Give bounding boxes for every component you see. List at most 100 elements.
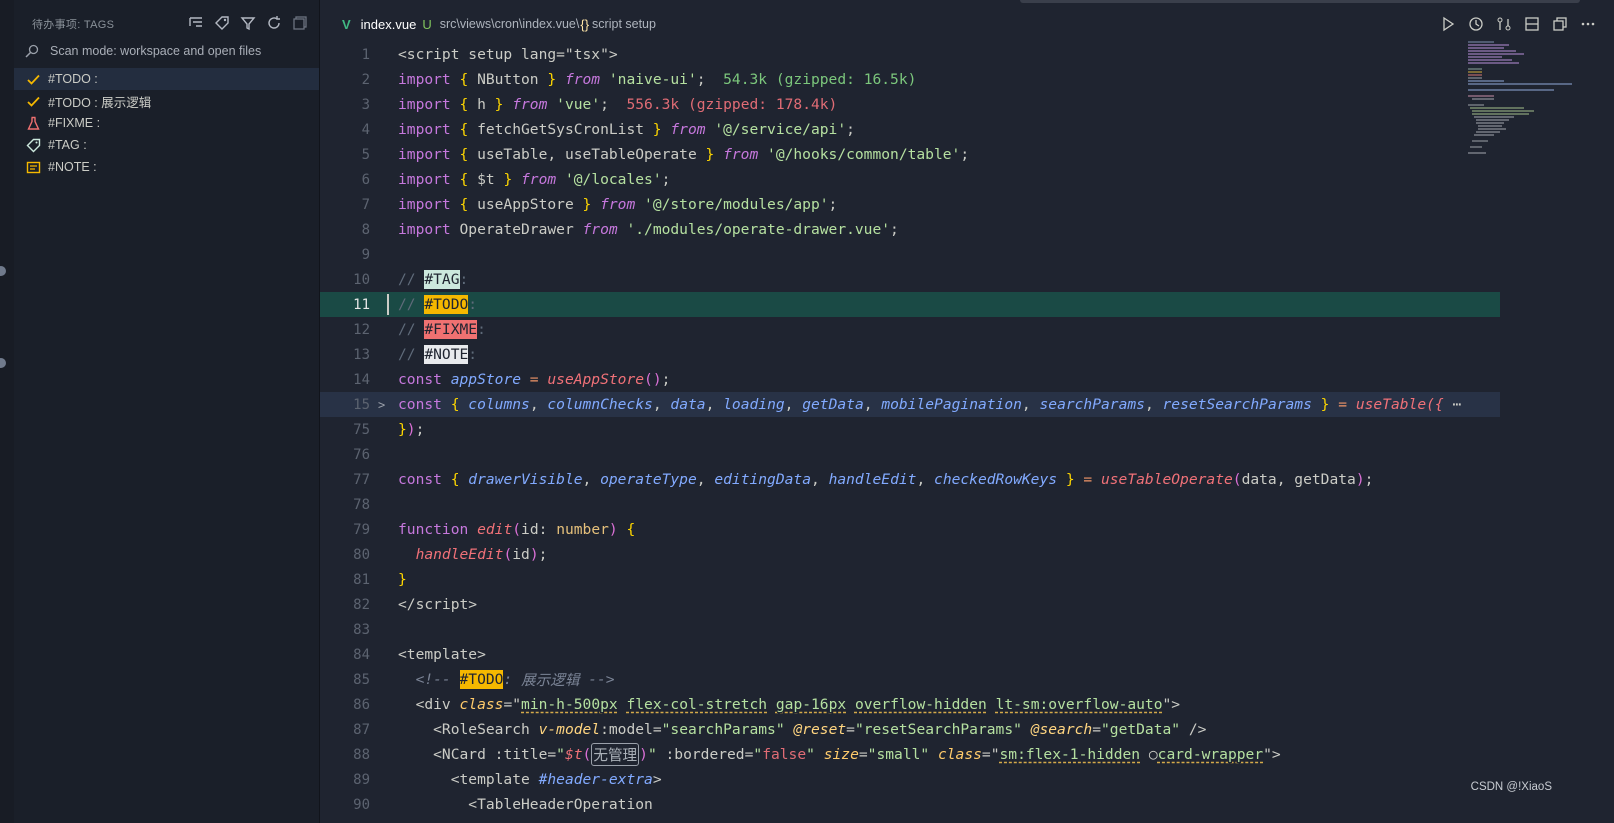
code-line: 2 import { NButton } from 'naive-ui'; 54.…: [320, 67, 1500, 92]
breadcrumb-path[interactable]: src\views\cron\index.vue\: [440, 17, 580, 31]
collapse-all-icon[interactable]: [291, 14, 309, 32]
line-number: 2: [361, 71, 370, 88]
minimap[interactable]: [1464, 38, 1574, 168]
code-line-active: 11// #TODO:: [320, 292, 1500, 317]
line-number: 88: [353, 746, 370, 763]
editor-tab-bar: V index.vue U src\views\cron\index.vue\ …: [320, 0, 1614, 48]
code-line: 1 <script setup lang="tsx">: [320, 42, 1500, 67]
tree-item-note[interactable]: #NOTE :: [14, 156, 319, 178]
line-number: 4: [361, 121, 370, 138]
tree-item-fixme[interactable]: #FIXME :: [14, 112, 319, 134]
code-line: 79 function edit(id: number) {: [320, 517, 1500, 542]
line-number: 3: [361, 96, 370, 113]
tab-filename: index.vue: [360, 16, 417, 32]
tree-item-todo[interactable]: #TODO :: [14, 68, 319, 90]
code-line: 13// #NOTE:: [320, 342, 1500, 367]
line-number: 13: [353, 346, 370, 363]
line-number: 78: [353, 496, 370, 513]
line-number: 15: [353, 396, 370, 413]
code-area[interactable]: 1 <script setup lang="tsx"> 2 import { NBu…: [320, 42, 1500, 817]
line-number: 9: [361, 246, 370, 263]
tag-comment-badge: #TAG: [424, 270, 460, 289]
tree-item-label: #TODO :: [48, 72, 98, 86]
line-number: 79: [353, 521, 370, 538]
code-line: 87 <RoleSearch v-model:model= "searchPara…: [320, 717, 1500, 742]
activity-bar: [0, 0, 15, 823]
note-comment-badge: #NOTE: [424, 345, 469, 364]
refresh-icon[interactable]: [265, 14, 283, 32]
editor: V index.vue U src\views\cron\index.vue\ …: [320, 0, 1614, 823]
breadcrumb-symbol[interactable]: script setup: [592, 17, 656, 31]
code-line: 5 import { useTable, useTableOperate } fr…: [320, 142, 1500, 167]
check-icon: [27, 96, 40, 107]
line-number: 7: [361, 196, 370, 213]
git-status-badge: U: [422, 16, 432, 32]
code-line: 86 <div class =" min-h-500px flex-col-stre…: [320, 692, 1500, 717]
run-icon[interactable]: [1440, 16, 1456, 32]
fixme-comment-badge: #FIXME: [424, 320, 478, 339]
tree-item-tag[interactable]: #TAG :: [14, 134, 319, 156]
code-line: 6 import { $t } from '@/locales';: [320, 167, 1500, 192]
note-icon: [26, 161, 41, 173]
todo-comment-badge: #TODO: [424, 295, 469, 314]
import-cost: 556.3k (gzipped: 178.4k): [626, 96, 838, 113]
tree-item-label: #NOTE :: [48, 160, 97, 174]
line-number: 1: [361, 46, 370, 63]
tree-item-label: #TAG :: [48, 138, 87, 152]
todo-comment-badge: #TODO: [459, 670, 504, 689]
line-number: 84: [353, 646, 370, 663]
code-line: 85 <!-- #TODO: 展示逻辑 -->: [320, 667, 1500, 692]
todo-tree-sidebar: 待办事项: TAGS Scan mode: workspace and open…: [14, 0, 320, 823]
code-line: 76: [320, 442, 1500, 467]
copy-icon[interactable]: [1552, 16, 1568, 32]
activity-indicator[interactable]: [0, 358, 6, 368]
line-number: 81: [353, 571, 370, 588]
line-number: 5: [361, 146, 370, 163]
tree-item-label: #FIXME :: [48, 116, 101, 130]
code-line: 7 import { useAppStore } from '@/store/mo…: [320, 192, 1500, 217]
chevron-right-icon[interactable]: >: [378, 398, 385, 412]
code-line: 83: [320, 617, 1500, 642]
code-line: 8 import OperateDrawer from './modules/op…: [320, 217, 1500, 242]
code-line: 3 import { h } from 'vue'; 556.3k (gzippe…: [320, 92, 1500, 117]
line-number: 12: [353, 321, 370, 338]
sidebar-actions: [187, 14, 309, 32]
line-number: 6: [361, 171, 370, 188]
tag-icon[interactable]: [213, 14, 231, 32]
code-line: 84 <template>: [320, 642, 1500, 667]
line-number: 80: [353, 546, 370, 563]
line-number: 87: [353, 721, 370, 738]
tree-item-todo-display-logic[interactable]: #TODO : 展示逻辑: [14, 90, 319, 112]
code-line: 82 </script>: [320, 592, 1500, 617]
code-text: useTable({: [1355, 396, 1444, 413]
split-editor-icon[interactable]: [1524, 16, 1540, 32]
watermark: CSDN @!XiaoS: [1470, 781, 1552, 793]
history-icon[interactable]: [1468, 16, 1484, 32]
code-line-folded: 15 > const { columns, columnChecks, data, …: [320, 392, 1500, 417]
tree-item-label: #TODO : 展示逻辑: [48, 95, 152, 110]
fold-ellipsis[interactable]: ⋯: [1453, 396, 1462, 413]
code-line: 81}: [320, 567, 1500, 592]
sidebar-header: 待办事项: TAGS: [14, 0, 319, 48]
code-line: 14 const appStore = useAppStore();: [320, 367, 1500, 392]
check-icon: [27, 74, 40, 85]
git-compare-icon[interactable]: [1496, 16, 1512, 32]
activity-indicator[interactable]: [0, 266, 6, 276]
more-actions-icon[interactable]: [1580, 16, 1596, 32]
tab-index-vue[interactable]: V index.vue U src\views\cron\index.vue\ …: [320, 17, 656, 32]
line-number: 89: [353, 771, 370, 788]
editor-actions: [1440, 16, 1596, 32]
todo-tree: #TODO : #TODO : 展示逻辑 #FIXME : #TAG : #NO…: [14, 68, 319, 178]
code-line: 77 const { drawerVisible, operateType, ed…: [320, 467, 1500, 492]
vue-icon: V: [342, 16, 351, 32]
code-line: 90 <TableHeaderOperation: [320, 792, 1500, 817]
filter-icon[interactable]: [239, 14, 257, 32]
line-number: 10: [353, 271, 370, 288]
tag-icon: [26, 138, 41, 152]
text-cursor: [387, 294, 389, 315]
import-cost: 54.3k (gzipped: 16.5k): [723, 71, 917, 88]
code-line: 78: [320, 492, 1500, 517]
flask-icon: [27, 116, 40, 130]
sidebar-title: 待办事项: TAGS: [32, 19, 115, 31]
tree-view-icon[interactable]: [187, 14, 205, 32]
